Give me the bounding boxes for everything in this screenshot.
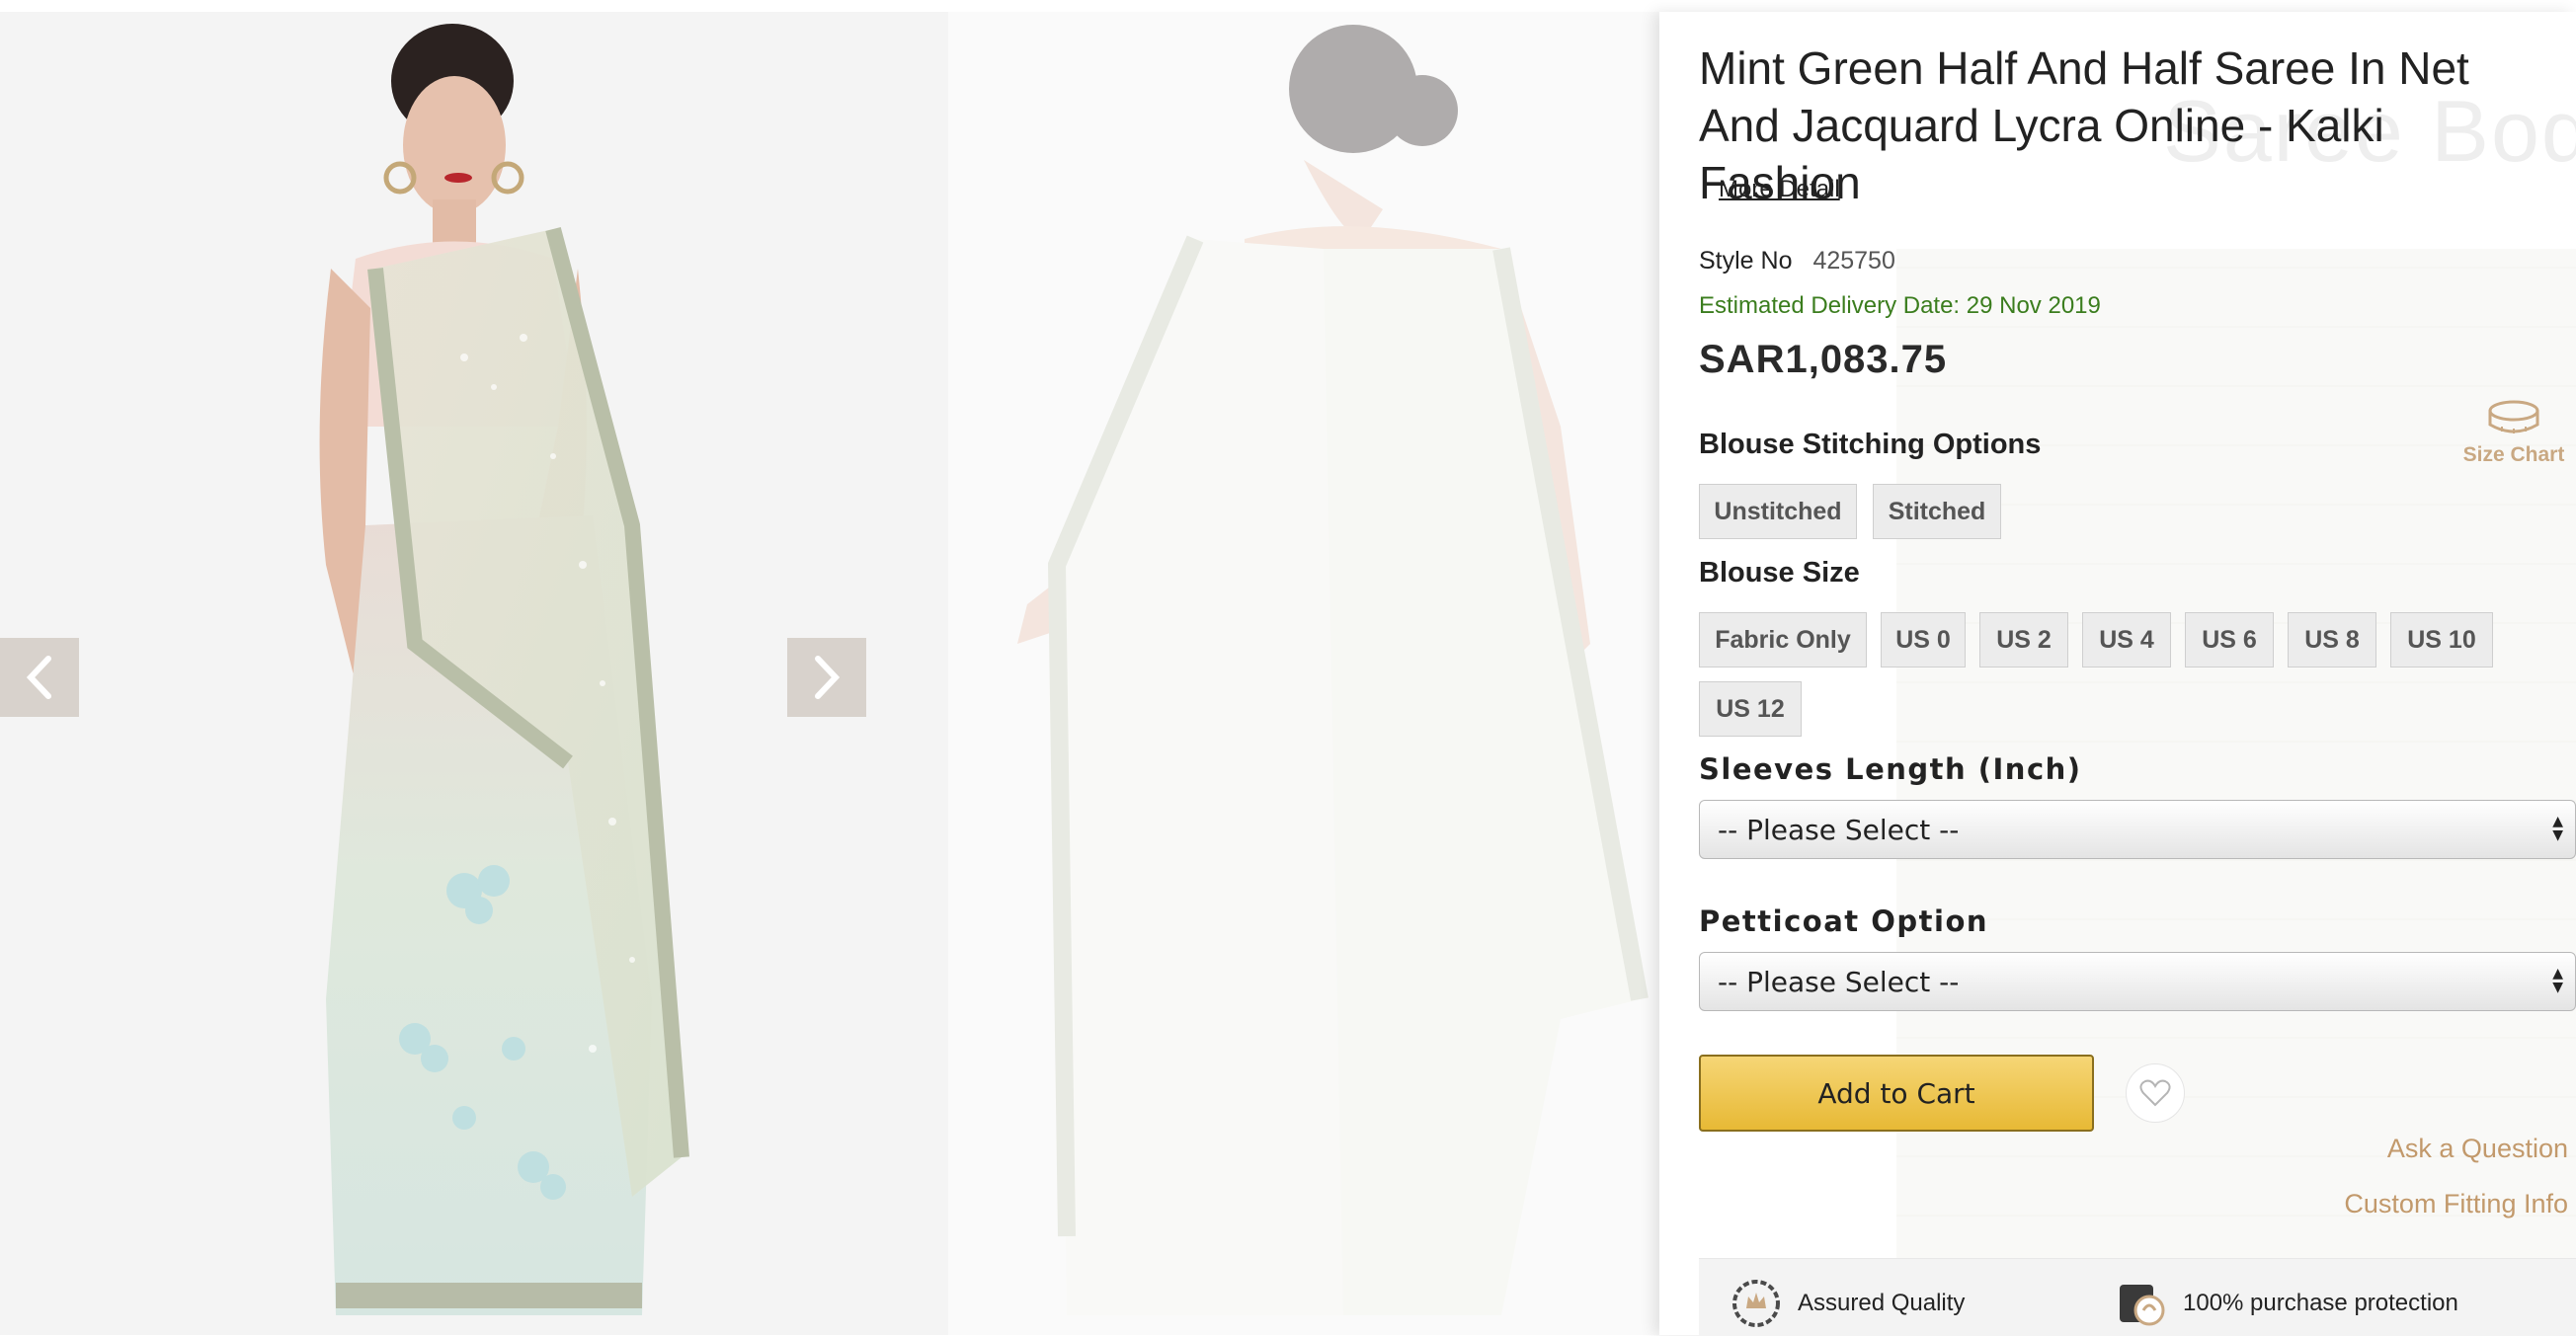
heart-icon <box>2139 1079 2171 1107</box>
stitching-option-stitched[interactable]: Stitched <box>1873 484 2001 539</box>
select-updown-icon: ▲ ▼ <box>2552 814 2563 843</box>
petticoat-option-heading: Petticoat Option <box>1699 904 1989 938</box>
petticoat-option-select[interactable]: -- Please Select -- ▲ ▼ <box>1699 952 2576 1011</box>
product-price: SAR1,083.75 <box>1699 338 1948 381</box>
style-number: Style No 425750 <box>1699 247 1895 275</box>
sleeves-length-select[interactable]: -- Please Select -- ▲ ▼ <box>1699 800 2576 859</box>
chevron-left-icon <box>26 656 51 699</box>
gallery-prev-button[interactable] <box>0 638 79 717</box>
blouse-stitching-heading: Blouse Stitching Options <box>1699 429 2042 460</box>
gallery-top-strip <box>0 0 1659 12</box>
size-option-us-4[interactable]: US 4 <box>2082 612 2171 668</box>
size-option-us-10[interactable]: US 10 <box>2390 612 2493 668</box>
add-to-cart-button[interactable]: Add to Cart <box>1699 1055 2094 1132</box>
photo-fade-overlay <box>948 12 1659 1335</box>
style-number-label: Style No <box>1699 247 1793 275</box>
more-detail-link[interactable]: More Detail <box>1719 176 1840 203</box>
blouse-size-heading: Blouse Size <box>1699 557 1860 589</box>
protection-shield-icon <box>2120 1285 2165 1326</box>
size-option-us-2[interactable]: US 2 <box>1979 612 2068 668</box>
quality-badge-icon <box>1732 1280 1780 1327</box>
custom-fitting-info-link[interactable]: Custom Fitting Info <box>2344 1189 2568 1219</box>
product-photo-back[interactable] <box>948 12 1659 1335</box>
product-gallery <box>0 0 1659 1335</box>
size-option-fabric-only[interactable]: Fabric Only <box>1699 612 1867 668</box>
select-updown-icon: ▲ ▼ <box>2552 966 2563 995</box>
stitching-option-unstitched[interactable]: Unstitched <box>1699 484 1857 539</box>
purchase-protection: 100% purchase protection <box>2114 1279 2458 1328</box>
ask-a-question-link[interactable]: Ask a Question <box>2387 1134 2568 1164</box>
size-option-us-0[interactable]: US 0 <box>1881 612 1966 668</box>
size-option-us-6[interactable]: US 6 <box>2185 612 2274 668</box>
size-chart-label: Size Chart <box>2462 443 2565 466</box>
sleeves-length-value: -- Please Select -- <box>1718 813 1960 846</box>
assurance-strip: Assured Quality 100% purchase protection <box>1699 1258 2576 1336</box>
estimated-delivery: Estimated Delivery Date: 29 Nov 2019 <box>1699 292 2101 319</box>
assured-quality-label: Assured Quality <box>1798 1290 1966 1316</box>
product-detail-panel: Saree Body Mint Green Half And Half Sare… <box>1659 12 2576 1336</box>
size-option-us-8[interactable]: US 8 <box>2288 612 2376 668</box>
size-option-us-12[interactable]: US 12 <box>1699 681 1802 737</box>
chevron-right-icon <box>815 656 841 699</box>
measuring-tape-icon <box>2488 400 2539 433</box>
wishlist-button[interactable] <box>2126 1063 2185 1123</box>
size-chart-button[interactable]: Size Chart <box>2459 399 2568 467</box>
purchase-protection-label: 100% purchase protection <box>2183 1290 2458 1316</box>
style-number-value: 425750 <box>1812 247 1895 275</box>
gallery-next-button[interactable] <box>787 638 866 717</box>
assured-quality: Assured Quality <box>1729 1279 1965 1328</box>
petticoat-option-value: -- Please Select -- <box>1718 965 1960 998</box>
sleeves-length-heading: Sleeves Length (Inch) <box>1699 752 2082 786</box>
